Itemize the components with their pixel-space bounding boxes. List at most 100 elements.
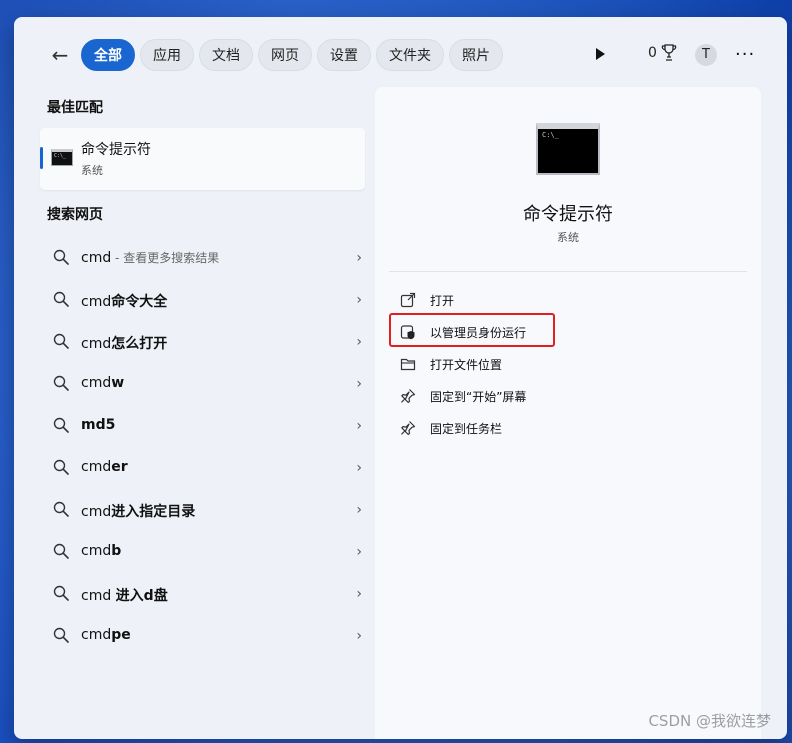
web-result-item[interactable]: cmdb › <box>40 531 370 573</box>
query-text: cmd <box>81 504 112 520</box>
result-hint: - 查看更多搜索结果 <box>111 251 220 265</box>
admin-shield-icon <box>400 324 416 340</box>
filter-web[interactable]: 网页 <box>258 39 312 71</box>
divider <box>389 271 747 272</box>
web-result-item[interactable]: cmd 进入d盘 › <box>40 573 370 615</box>
web-result-label: cmd 进入d盘 <box>81 585 168 605</box>
open-external-icon <box>400 292 416 308</box>
watermark: CSDN @我欲连梦 <box>648 712 771 730</box>
suggestion-text: b <box>111 543 122 559</box>
suggestion-text: 命令大全 <box>111 294 168 310</box>
action-label: 打开 <box>430 294 455 308</box>
action-item[interactable]: 打开文件位置 <box>389 349 749 381</box>
pin-icon <box>400 388 416 404</box>
suggestion-text: md5 <box>81 417 116 433</box>
filter-chips: 全部 应用 文档 网页 设置 文件夹 照片 <box>81 39 503 71</box>
filter-all[interactable]: 全部 <box>81 39 135 71</box>
chevron-right-icon: › <box>356 376 362 392</box>
query-text: cmd <box>81 294 112 310</box>
action-item[interactable]: 固定到任务栏 <box>389 413 749 445</box>
search-toolbar: ← 全部 应用 文档 网页 设置 文件夹 照片 0 T ··· <box>14 17 787 91</box>
results-column: 最佳匹配 命令提示符 系统 搜索网页 cmd - 查看更多搜索结果›cmd命令大… <box>14 91 374 739</box>
avatar[interactable]: T <box>695 44 717 66</box>
web-result-item[interactable]: cmder › <box>40 447 370 489</box>
chevron-right-icon: › <box>356 292 362 308</box>
action-item[interactable]: 固定到“开始”屏幕 <box>389 381 749 413</box>
web-result-item[interactable]: cmd进入指定目录 › <box>40 489 370 531</box>
web-results-list: cmd - 查看更多搜索结果 › cmd命令大全 › cmd怎么打开 › cmdw › md5 ›… <box>40 237 370 657</box>
detail-pane: 命令提示符 系统 打开以管理员身份运行打开文件位置固定到“开始”屏幕固定到任务栏 <box>375 87 761 739</box>
action-list: 打开以管理员身份运行打开文件位置固定到“开始”屏幕 固定到任务栏 <box>389 285 749 445</box>
detail-app-sub: 系统 <box>557 231 579 244</box>
suggestion-text: 进入d盘 <box>115 588 168 604</box>
search-icon <box>52 374 70 392</box>
query-text: cmd <box>81 375 112 391</box>
search-icon <box>52 248 70 266</box>
search-icon <box>52 332 70 350</box>
chevron-right-icon: › <box>356 250 362 266</box>
suggestion-text: 怎么打开 <box>111 336 168 352</box>
search-icon <box>52 458 70 476</box>
search-panel: ← 全部 应用 文档 网页 设置 文件夹 照片 0 T ··· 最佳匹配 命令提… <box>14 17 787 739</box>
filter-folders[interactable]: 文件夹 <box>376 39 444 71</box>
chevron-right-icon: › <box>356 544 362 560</box>
best-match-name: 命令提示符 <box>81 142 151 158</box>
web-result-label: cmdpe <box>81 627 131 643</box>
points-value: 0 <box>648 45 657 61</box>
chevron-right-icon: › <box>356 628 362 644</box>
suggestion-text: er <box>111 459 128 475</box>
back-button[interactable]: ← <box>46 41 74 69</box>
command-prompt-icon <box>51 149 73 166</box>
web-result-label: cmd - 查看更多搜索结果 <box>81 249 219 266</box>
web-result-item[interactable]: cmd怎么打开 › <box>40 321 370 363</box>
best-match-sub: 系统 <box>81 164 103 177</box>
pin-icon <box>400 420 416 436</box>
query-text: cmd <box>81 336 112 352</box>
best-match-heading: 最佳匹配 <box>47 100 103 116</box>
web-result-item[interactable]: cmd - 查看更多搜索结果 › <box>40 237 370 279</box>
action-item[interactable]: 以管理员身份运行 <box>389 317 749 349</box>
web-result-label: md5 <box>81 417 115 433</box>
search-icon <box>52 290 70 308</box>
web-result-item[interactable]: md5 › <box>40 405 370 447</box>
trophy-icon <box>661 44 677 61</box>
action-label: 固定到“开始”屏幕 <box>430 390 527 404</box>
web-search-heading: 搜索网页 <box>47 207 103 223</box>
query-text: cmd <box>81 459 112 475</box>
chevron-right-icon: › <box>356 460 362 476</box>
play-icon[interactable] <box>596 48 605 60</box>
command-prompt-icon-large <box>536 123 600 175</box>
chevron-right-icon: › <box>356 586 362 602</box>
web-result-label: cmd怎么打开 <box>81 333 167 353</box>
folder-icon <box>400 356 416 372</box>
rewards-points[interactable]: 0 <box>648 44 677 62</box>
query-text: cmd <box>81 250 112 266</box>
search-icon <box>52 500 70 518</box>
chevron-right-icon: › <box>356 334 362 350</box>
query-text: cmd <box>81 627 112 643</box>
query-text: cmd <box>81 543 112 559</box>
detail-app-name: 命令提示符 <box>523 204 613 225</box>
action-item[interactable]: 打开 <box>389 285 749 317</box>
search-icon <box>52 626 70 644</box>
action-label: 固定到任务栏 <box>430 422 503 436</box>
web-result-label: cmd进入指定目录 <box>81 501 195 521</box>
suggestion-text: pe <box>111 627 131 643</box>
filter-settings[interactable]: 设置 <box>317 39 371 71</box>
filter-documents[interactable]: 文档 <box>199 39 253 71</box>
suggestion-text: 进入指定目录 <box>111 504 196 520</box>
web-result-item[interactable]: cmdpe › <box>40 615 370 657</box>
action-label: 打开文件位置 <box>430 358 503 372</box>
search-icon <box>52 584 70 602</box>
web-result-label: cmd命令大全 <box>81 291 167 311</box>
more-options-button[interactable]: ··· <box>735 44 755 66</box>
best-match-item[interactable]: 命令提示符 系统 <box>40 128 365 190</box>
chevron-right-icon: › <box>356 418 362 434</box>
selection-indicator <box>40 147 43 169</box>
chevron-right-icon: › <box>356 502 362 518</box>
web-result-label: cmdb <box>81 543 121 559</box>
filter-apps[interactable]: 应用 <box>140 39 194 71</box>
web-result-item[interactable]: cmdw › <box>40 363 370 405</box>
filter-photos[interactable]: 照片 <box>449 39 503 71</box>
web-result-item[interactable]: cmd命令大全 › <box>40 279 370 321</box>
